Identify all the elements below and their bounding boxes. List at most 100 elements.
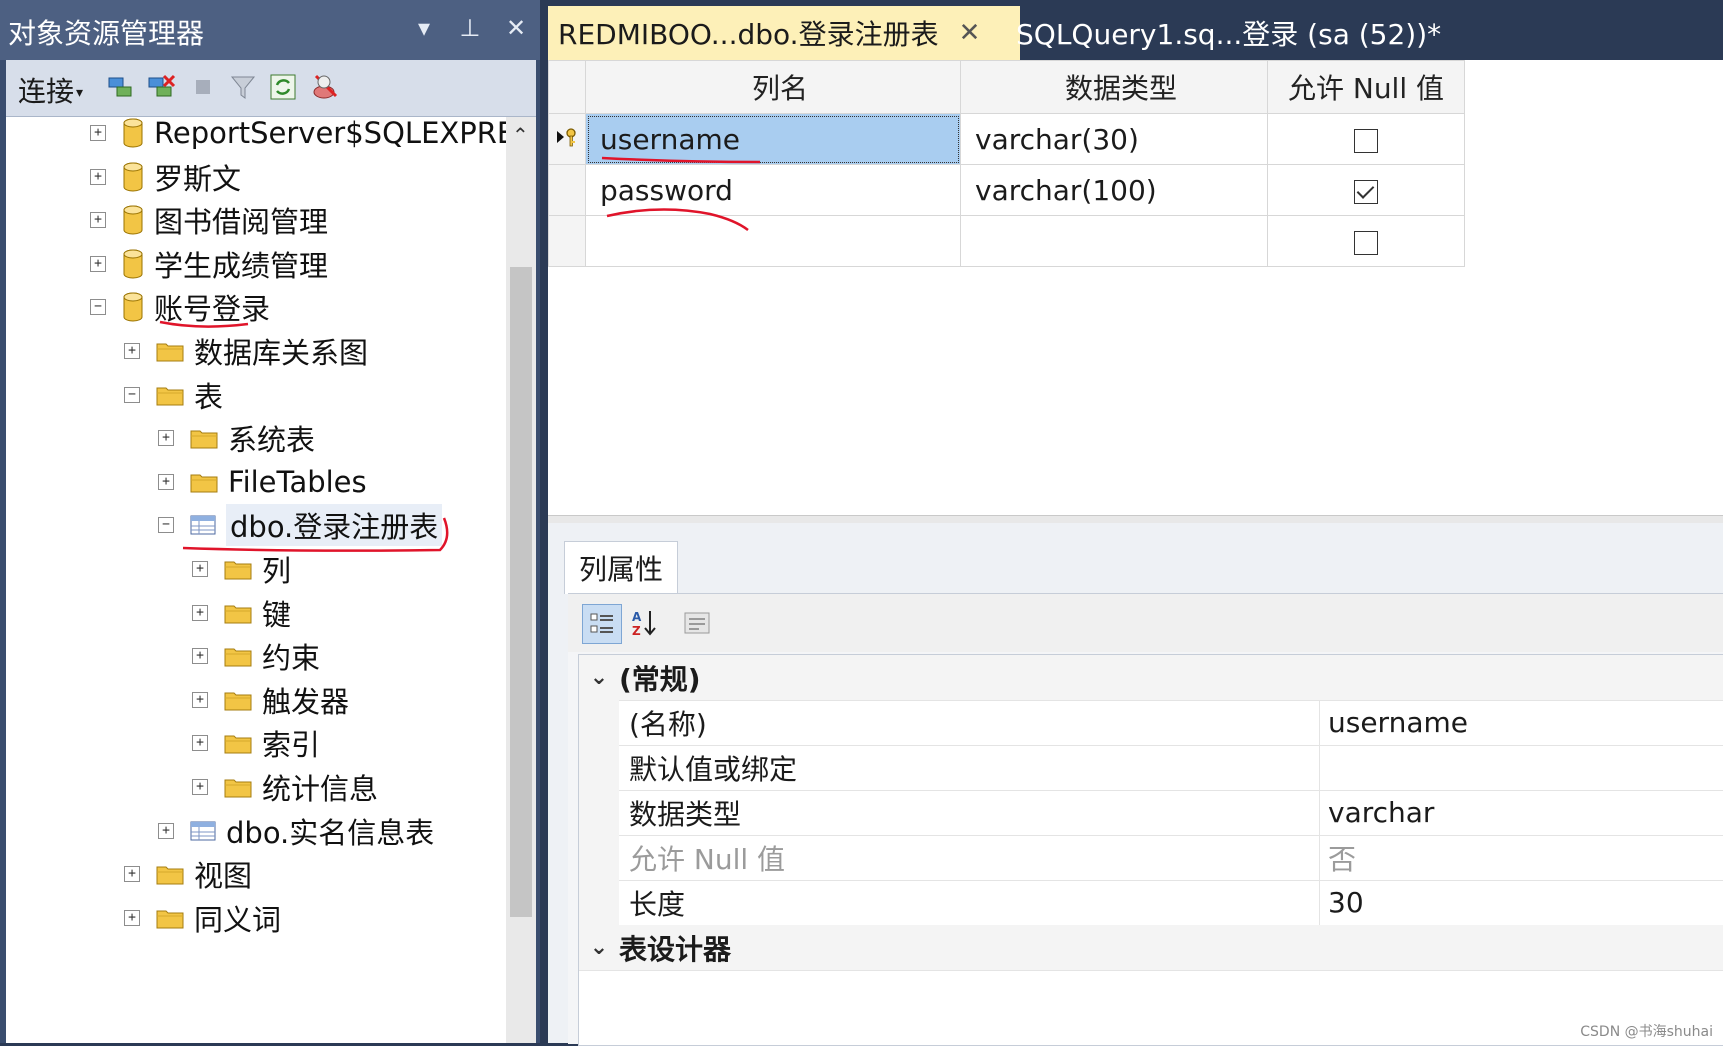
tree-node[interactable]: + 学生成绩管理 [90,244,328,284]
refresh-icon[interactable] [268,72,298,102]
expand-icon[interactable]: + [192,691,208,708]
property-row[interactable]: 数据类型 varchar [579,790,1723,836]
tree-node[interactable]: + dbo.实名信息表 [158,811,434,851]
allow-null-cell[interactable] [1267,113,1465,165]
property-value[interactable]: varchar [1319,790,1723,835]
expand-icon[interactable]: + [192,779,208,795]
primary-key-icon [555,125,579,149]
dropdown-icon[interactable]: ▾ [412,14,436,42]
property-row[interactable]: 长度 30 [579,880,1723,926]
column-name-cell[interactable]: username [585,113,961,165]
data-type-cell[interactable] [960,215,1268,267]
pin-icon[interactable]: ⊥ [458,14,482,42]
table-icon [190,820,216,842]
object-explorer-tree: + ReportServer$SQLEXPRES + 罗斯文 + 图书借阅管理 + 学生成绩管… [6,117,506,1043]
property-category-general[interactable]: ⌄ (常规) [579,655,1723,701]
table-row[interactable] [548,215,1465,267]
tab-column-properties[interactable]: 列属性 [564,541,678,594]
tree-node-label: 列 [262,554,292,588]
data-type-cell[interactable]: varchar(30) [960,113,1268,165]
expand-icon[interactable]: + [124,866,140,883]
property-row[interactable]: 默认值或绑定 [579,745,1723,791]
connect-button[interactable]: 连接 ▾ [18,70,83,110]
tab-label: REDMIBOO...dbo.登录注册表 [558,18,939,51]
disconnect-server-icon[interactable] [146,72,176,102]
property-row[interactable]: 允许 Null 值 否 [579,835,1723,881]
tree-node[interactable]: + ReportServer$SQLEXPRES [90,117,506,153]
chevron-down-icon[interactable]: ⌄ [579,665,619,690]
table-row[interactable]: username varchar(30) [548,113,1465,165]
collapse-icon[interactable]: − [90,299,106,316]
column-name-header: 列名 [585,60,961,114]
activity-monitor-icon[interactable] [310,72,340,102]
tree-node[interactable]: + 同义词 [124,898,281,938]
filter-icon[interactable] [228,72,258,102]
tree-node[interactable]: + 视图 [124,854,252,894]
property-value[interactable]: 否 [1319,835,1723,880]
property-row[interactable]: (名称) username [579,700,1723,746]
tree-node[interactable]: − dbo.登录注册表 [158,504,443,547]
expand-icon[interactable]: + [192,648,208,665]
connect-server-icon[interactable] [106,72,136,102]
scroll-up-icon[interactable]: ⌃ [512,123,529,147]
allow-null-checkbox[interactable] [1354,230,1378,255]
expand-icon[interactable]: + [158,822,174,839]
expand-icon[interactable]: + [124,343,140,359]
expand-icon[interactable]: + [124,909,140,926]
collapse-icon[interactable]: − [124,386,140,403]
tree-node[interactable]: + 统计信息 [192,767,378,807]
tree-node[interactable]: + 触发器 [192,680,349,720]
data-type-cell[interactable]: varchar(100) [960,164,1268,216]
object-explorer-title: 对象资源管理器 [8,17,205,50]
tree-node[interactable]: − 账号登录 [90,287,270,327]
tree-node[interactable]: + FileTables [158,462,367,502]
expand-icon[interactable]: + [90,168,106,185]
tab-table-designer[interactable]: REDMIBOO...dbo.登录注册表 ✕ [548,6,1020,60]
tree-node[interactable]: + 索引 [192,723,320,763]
tree-node-label: dbo.登录注册表 [226,504,443,547]
property-value[interactable] [1319,745,1723,790]
tree-node[interactable]: + 键 [192,593,291,633]
tree-node[interactable]: + 约束 [192,636,320,676]
row-selector[interactable] [548,113,586,165]
tree-node[interactable]: + 图书借阅管理 [90,200,328,240]
expand-icon[interactable]: + [90,255,106,272]
expand-icon[interactable]: + [158,473,174,490]
expand-icon[interactable]: + [192,561,208,577]
allow-null-cell[interactable] [1267,215,1465,267]
allow-null-checkbox[interactable] [1354,128,1378,153]
expand-icon[interactable]: + [192,604,208,621]
tree-node-label: 统计信息 [262,772,379,806]
table-row[interactable]: password varchar(100) [548,164,1465,216]
property-pages-button[interactable] [678,604,716,642]
tree-node[interactable]: + 列 [192,549,291,589]
column-name-cell[interactable] [585,215,961,267]
tab-sql-query[interactable]: SQLQuery1.sq...登录 (sa (52))* [1006,6,1451,60]
alphabetical-sort-button[interactable]: AZ [626,604,664,642]
property-category-table-designer[interactable]: ⌄ 表设计器 [579,925,1723,971]
scrollbar-thumb[interactable] [510,267,532,917]
tree-scrollbar[interactable]: ⌃ [506,117,536,1043]
close-icon[interactable]: ✕ [959,18,981,48]
row-selector[interactable] [548,215,586,267]
expand-icon[interactable]: + [158,430,174,447]
tree-node[interactable]: − 表 [124,375,223,415]
stop-icon[interactable] [188,72,218,102]
allow-null-checkbox[interactable] [1354,179,1378,204]
tree-node[interactable]: + 系统表 [158,418,315,458]
tree-node[interactable]: + 数据库关系图 [124,331,368,371]
categorized-view-button[interactable] [582,604,622,644]
expand-icon[interactable]: + [90,125,106,141]
chevron-down-icon[interactable]: ⌄ [579,935,619,960]
tree-node[interactable]: + 罗斯文 [90,157,241,197]
expand-icon[interactable]: + [192,735,208,752]
column-name-cell[interactable]: password [585,164,961,216]
expand-icon[interactable]: + [90,212,106,229]
property-value[interactable]: username [1319,700,1723,745]
property-value[interactable]: 30 [1319,880,1723,925]
folder-icon [224,558,252,580]
collapse-icon[interactable]: − [158,517,174,534]
close-icon[interactable]: ✕ [504,14,528,42]
row-selector[interactable] [548,164,586,216]
allow-null-cell[interactable] [1267,164,1465,216]
